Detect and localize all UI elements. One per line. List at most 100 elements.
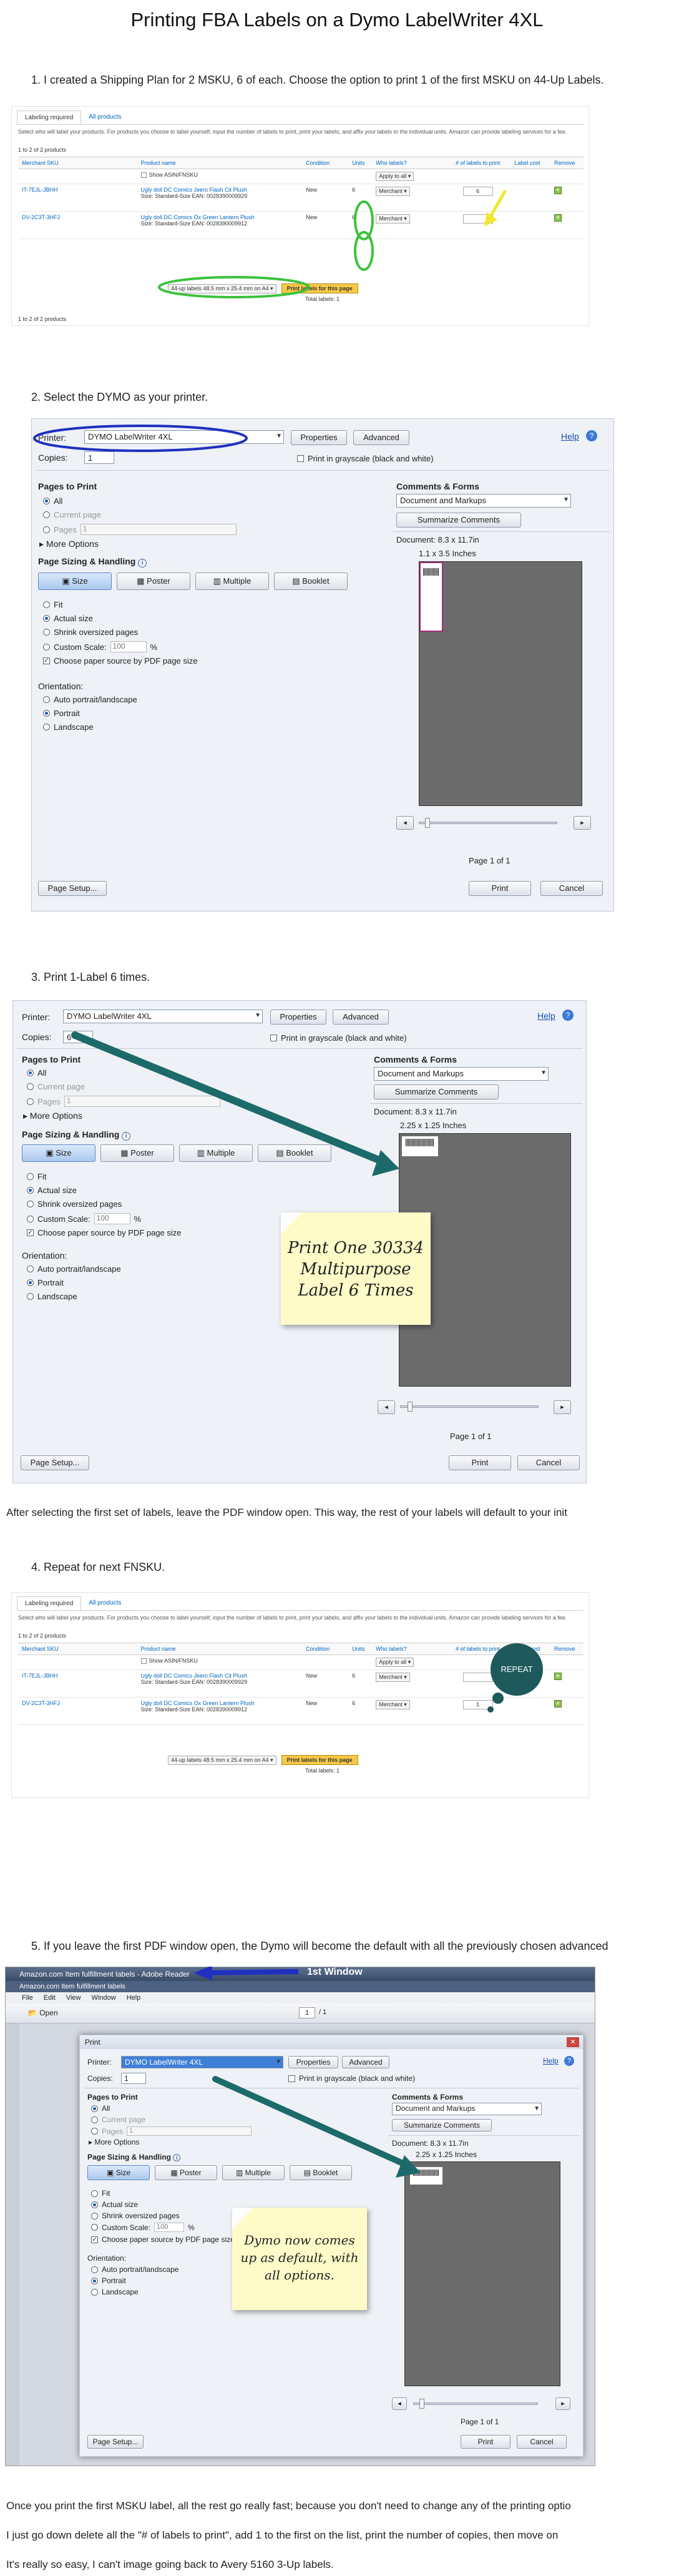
- row2-who-select[interactable]: Merchant ▾: [376, 1700, 410, 1709]
- radio-actual-size[interactable]: Actual size: [43, 614, 93, 623]
- portrait-label: Portrait: [54, 709, 80, 718]
- comments-forms-heading: Comments & Forms: [396, 481, 480, 491]
- teal-arrow-head: [372, 1150, 399, 1176]
- size-label: Size: [72, 576, 88, 586]
- closing-paragraph-3: It's really so easy, I can't image going…: [6, 2559, 334, 2570]
- document-size: Document: 8.3 x 11.7in: [396, 535, 479, 544]
- col-merchant-sku: Merchant SKU: [18, 1643, 137, 1655]
- more-options-label: More Options: [46, 539, 99, 549]
- prev-page-button[interactable]: ◂: [396, 816, 414, 830]
- col-product-name: Product name: [137, 1643, 303, 1655]
- step-5-text: 5. If you leave the first PDF window ope…: [31, 1940, 608, 1952]
- page-slider-thumb[interactable]: [408, 1402, 413, 1412]
- sizing-heading: Page Sizing & Handling i: [38, 556, 147, 568]
- col-condition: Condition: [302, 1643, 349, 1655]
- row1-size: Size: Standard-Size EAN: 0028390009929: [140, 1679, 248, 1685]
- radio-pages[interactable]: Pages 1: [43, 524, 237, 535]
- page-setup-button[interactable]: Page Setup...: [87, 2435, 144, 2449]
- closing-paragraph-2: I just go down delete all the "# of labe…: [6, 2529, 559, 2541]
- print-button[interactable]: Print: [461, 2435, 510, 2449]
- booklet-label: Booklet: [302, 576, 330, 586]
- size-button[interactable]: ▣ Size: [38, 573, 112, 590]
- radio-custom-scale[interactable]: Custom Scale: 100%: [43, 641, 157, 652]
- page-setup-button[interactable]: Page Setup...: [38, 881, 107, 896]
- booklet-button[interactable]: ▤ Booklet: [274, 573, 348, 590]
- prev-page-button[interactable]: ◂: [378, 1400, 395, 1414]
- radio-current-page[interactable]: Current page: [43, 510, 101, 519]
- info-icon[interactable]: i: [138, 559, 147, 568]
- percent-label: %: [150, 642, 158, 652]
- print-button[interactable]: Print: [449, 1455, 511, 1470]
- tab-all-products[interactable]: All products: [81, 1596, 129, 1610]
- page-slider[interactable]: [413, 2402, 538, 2405]
- radio-fit[interactable]: Fit: [43, 600, 62, 609]
- next-page-button[interactable]: ▸: [574, 816, 591, 830]
- cancel-button[interactable]: Cancel: [540, 881, 603, 896]
- cancel-button[interactable]: Cancel: [517, 1455, 580, 1470]
- auto-label: Auto portrait/landscape: [54, 695, 137, 704]
- more-options-toggle[interactable]: ▸ More Options: [39, 539, 99, 549]
- row1-who-value: Merchant: [379, 1674, 403, 1680]
- labeling-description: Select who will label your products. For…: [18, 1615, 567, 1621]
- pages-input[interactable]: 1: [80, 524, 237, 535]
- repeat-bubble-dot-2: [487, 1706, 494, 1713]
- sizing-label: Page Sizing & Handling: [38, 556, 136, 566]
- page-setup-button[interactable]: Page Setup...: [21, 1455, 89, 1470]
- page-slider[interactable]: [419, 822, 557, 824]
- step2-annotations: [33, 425, 248, 452]
- comments-select[interactable]: Document and Markups ▼: [396, 494, 571, 508]
- show-asin-label: Show ASIN/FNSKU: [149, 1658, 198, 1664]
- radio-current-label: Current page: [54, 510, 101, 519]
- repeat-bubble-dot-1: [492, 1693, 504, 1704]
- page-indicator: Page 1 of 1: [450, 1432, 492, 1441]
- actual-size-label: Actual size: [54, 614, 93, 623]
- print-labels-button[interactable]: Print labels for this page: [281, 1755, 358, 1765]
- prev-page-button[interactable]: ◂: [392, 2397, 407, 2410]
- row1-sku[interactable]: IT-7EJL-JBHH: [18, 1669, 137, 1698]
- first-window-label: 1st Window: [307, 1967, 363, 1977]
- printer-highlight: [33, 425, 248, 452]
- print-dialog-step2: Printer: DYMO LabelWriter 4XL ▼ Propertie…: [31, 418, 614, 912]
- poster-button[interactable]: ▦ Poster: [117, 573, 190, 590]
- page-slider[interactable]: [400, 1405, 539, 1408]
- print-button[interactable]: Print: [469, 881, 531, 896]
- paper-source-checkbox[interactable]: ✓ Choose paper source by PDF page size: [43, 656, 198, 666]
- apply-to-all-label: Apply to all: [379, 1659, 407, 1665]
- apply-to-all-select[interactable]: Apply to all ▾: [376, 1658, 414, 1667]
- radio-all-label: All: [54, 496, 63, 506]
- chevron-down-icon: ▼: [563, 496, 569, 503]
- radio-portrait[interactable]: Portrait: [43, 709, 80, 718]
- print-preview: [419, 561, 582, 806]
- blue-arrow-head: [193, 1967, 212, 1980]
- page-slider-thumb[interactable]: [419, 2399, 424, 2409]
- poster-label: Poster: [147, 576, 170, 586]
- total-labels: Total labels: 1: [305, 1767, 340, 1774]
- row2-sku[interactable]: DV-2C3T-3HFJ: [18, 1697, 137, 1725]
- row1-units: 6: [348, 1669, 373, 1698]
- closing-paragraph-1: Once you print the first MSKU label, all…: [6, 2500, 571, 2512]
- multiple-button[interactable]: ▥ Multiple: [195, 573, 269, 590]
- next-page-button[interactable]: ▸: [555, 2397, 570, 2410]
- cancel-button[interactable]: Cancel: [517, 2435, 567, 2449]
- repeat-label: REPEAT: [501, 1664, 533, 1674]
- page-slider-thumb[interactable]: [425, 818, 430, 828]
- row1-name[interactable]: Ugly doll DC Comics Jeero Flash Cit Plus…: [141, 1673, 299, 1679]
- paper-source-label: Choose paper source by PDF page size: [54, 656, 198, 666]
- radio-shrink[interactable]: Shrink oversized pages: [43, 627, 138, 637]
- barcode-icon: [423, 568, 439, 576]
- label-format-select[interactable]: 44-up labels 48.5 mm x 25.4 mm on A4 ▾: [168, 1755, 276, 1765]
- show-asin-checkbox[interactable]: [140, 1658, 147, 1664]
- scale-input[interactable]: 100: [110, 641, 147, 652]
- row1-who-select[interactable]: Merchant ▾: [376, 1673, 410, 1682]
- paper-size: 1.1 x 3.5 Inches: [419, 549, 476, 558]
- radio-all[interactable]: All: [43, 496, 62, 506]
- next-page-button[interactable]: ▸: [554, 1400, 571, 1414]
- multiple-label: Multiple: [223, 576, 252, 586]
- summarize-button[interactable]: Summarize Comments: [396, 513, 521, 528]
- tab-labeling-required[interactable]: Labeling required: [17, 1596, 82, 1610]
- row2-name[interactable]: Ugly doll DC Comics Ox Green Lantern Plu…: [141, 1700, 299, 1706]
- radio-landscape[interactable]: Landscape: [43, 722, 94, 732]
- sticky-note-step3: Print One 30334 Multipurpose Label 6 Tim…: [281, 1212, 431, 1325]
- radio-auto-orientation[interactable]: Auto portrait/landscape: [43, 695, 137, 704]
- teal-arrow-shaft: [212, 2076, 410, 2168]
